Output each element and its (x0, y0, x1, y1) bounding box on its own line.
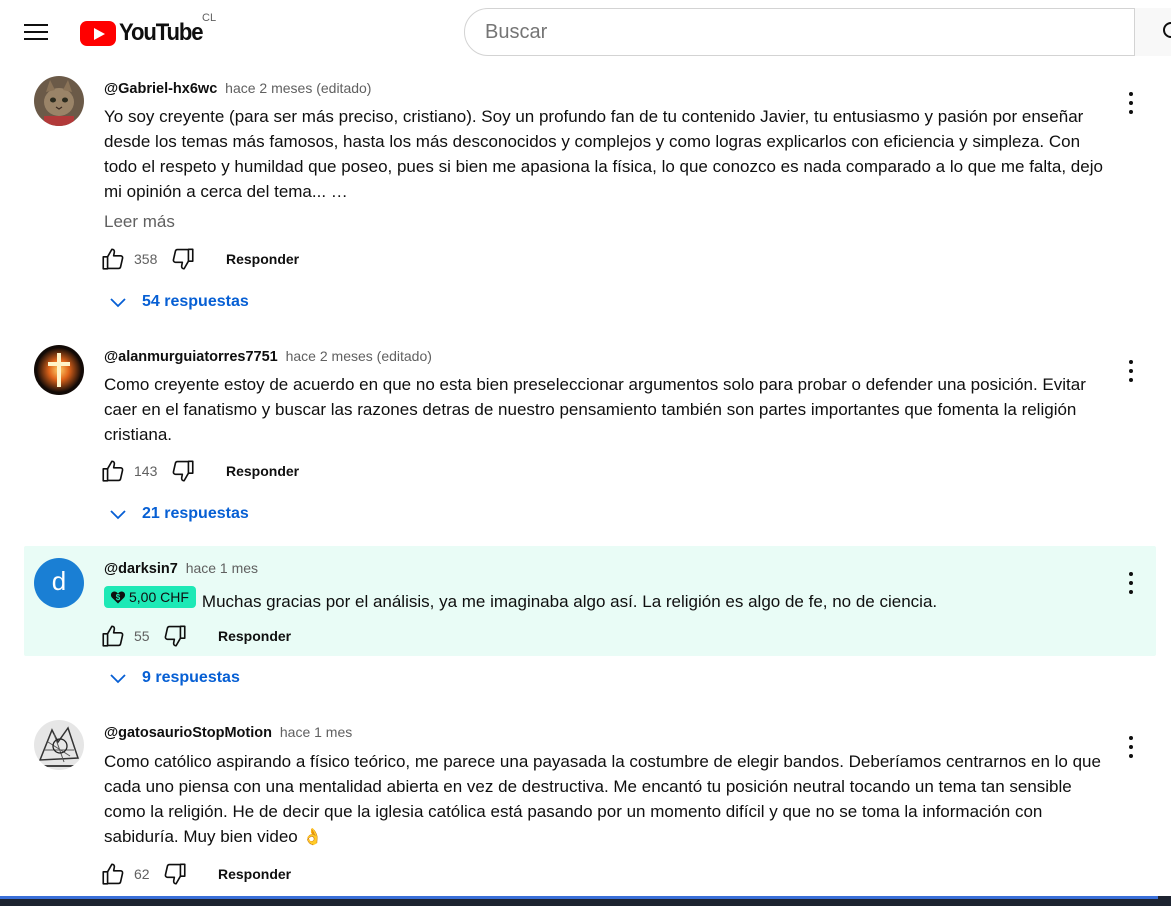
avatar[interactable] (34, 345, 84, 395)
cat-photo-avatar (34, 76, 84, 126)
super-thanks-amount: 5,00 CHF (129, 588, 189, 605)
replies-toggle[interactable]: 9 respuestas (108, 668, 240, 688)
search-icon (1163, 22, 1171, 38)
menu-icon[interactable] (18, 16, 54, 48)
chevron-down-icon (110, 674, 126, 684)
comment-text: Como católico aspirando a físico teórico… (104, 752, 1101, 846)
replies-count: 9 respuestas (142, 669, 240, 686)
comment-header: @alanmurguiatorres7751 hace 2 meses (edi… (104, 348, 432, 365)
youtube-play-icon (80, 20, 116, 46)
reply-button[interactable]: Responder (218, 628, 291, 644)
thumbs-up-icon[interactable] (100, 246, 126, 272)
comment-time[interactable]: hace 1 mes (186, 560, 258, 576)
logo-text: YouTube (119, 19, 204, 46)
comment-menu-icon[interactable] (1126, 736, 1136, 758)
search-button[interactable] (1134, 8, 1171, 56)
like-count: 55 (134, 628, 150, 644)
svg-text:$: $ (116, 593, 121, 602)
thumbs-down-icon[interactable] (170, 458, 196, 484)
avatar[interactable] (34, 76, 84, 126)
like-count: 143 (134, 463, 158, 479)
search-box[interactable] (464, 8, 1171, 56)
comment-text: Como creyente estoy de acuerdo en que no… (104, 375, 1086, 444)
comment-menu-icon[interactable] (1126, 92, 1136, 114)
glowing-cross-avatar (34, 345, 84, 395)
comment-author[interactable]: @alanmurguiatorres7751 (104, 349, 278, 365)
comment-actions: 62 Responder (100, 859, 291, 889)
chevron-down-icon (110, 298, 126, 308)
replies-count: 54 respuestas (142, 293, 249, 310)
ok-hand-emoji: 👌 (302, 829, 323, 846)
comment-header: @darksin7 hace 1 mes (104, 560, 258, 577)
comment-time[interactable]: hace 2 meses (editado) (286, 348, 432, 364)
youtube-logo[interactable]: YouTube (80, 18, 210, 48)
replies-toggle[interactable]: 21 respuestas (108, 504, 249, 524)
thumbs-down-icon[interactable] (170, 246, 196, 272)
sketch-drawing-avatar (34, 720, 84, 770)
like-count: 62 (134, 866, 150, 882)
thumbs-up-icon[interactable] (100, 861, 126, 887)
comment-time[interactable]: hace 1 mes (280, 724, 352, 740)
replies-toggle[interactable]: 54 respuestas (108, 292, 249, 312)
comment-menu-icon[interactable] (1126, 360, 1136, 382)
comment-actions: 55 Responder (100, 621, 291, 651)
comment-text: Yo soy creyente (para ser más preciso, c… (104, 107, 1103, 201)
comment-time[interactable]: hace 2 meses (editado) (225, 80, 371, 96)
reply-button[interactable]: Responder (226, 251, 299, 267)
reply-button[interactable]: Responder (226, 463, 299, 479)
replies-count: 21 respuestas (142, 505, 249, 522)
thumbs-up-icon[interactable] (100, 623, 126, 649)
like-count: 358 (134, 251, 158, 267)
avatar[interactable] (34, 720, 84, 770)
avatar-letter: d (51, 566, 67, 596)
comment-author[interactable]: @Gabriel-hx6wc (104, 81, 217, 97)
super-thanks-badge: $ 5,00 CHF (104, 586, 196, 608)
country-code: CL (202, 12, 217, 24)
taskbar-edge (0, 896, 1171, 906)
comment-author[interactable]: @gatosaurioStopMotion (104, 725, 272, 741)
thumbs-down-icon[interactable] (162, 623, 188, 649)
comment-text: Muchas gracias por el análisis, ya me im… (201, 592, 938, 611)
comment-actions: 358 Responder (100, 244, 299, 274)
masthead: YouTube CL (0, 0, 1171, 64)
comment-actions: 143 Responder (100, 456, 299, 486)
comment-header: @gatosaurioStopMotion hace 1 mes (104, 724, 352, 741)
chevron-down-icon (110, 510, 126, 520)
comment-menu-icon[interactable] (1126, 572, 1136, 594)
reply-button[interactable]: Responder (218, 866, 291, 882)
read-more-link[interactable]: Leer más (104, 212, 175, 232)
super-thanks-heart-icon: $ (110, 591, 126, 604)
search-input[interactable] (485, 21, 1125, 44)
comment-text-block: Como católico aspirando a físico teórico… (104, 749, 1104, 850)
comment-header: @Gabriel-hx6wc hace 2 meses (editado) (104, 80, 371, 97)
thumbs-up-icon[interactable] (100, 458, 126, 484)
comment-author[interactable]: @darksin7 (104, 561, 178, 577)
comment-text-row: $ 5,00 CHF Muchas gracias por el análisi… (104, 586, 1104, 614)
thumbs-down-icon[interactable] (162, 861, 188, 887)
avatar[interactable]: d (34, 558, 84, 608)
